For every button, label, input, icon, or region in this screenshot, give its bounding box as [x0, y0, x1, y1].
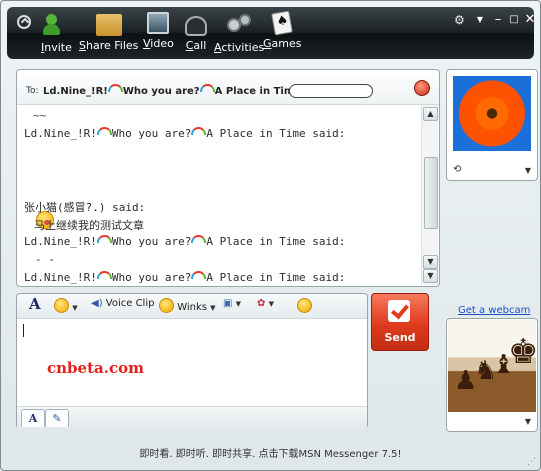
- dropdown-arrow-icon[interactable]: ▼: [471, 11, 489, 29]
- dropdown-arrow-icon[interactable]: ▼: [525, 166, 531, 175]
- dropdown-arrow-icon[interactable]: ▼: [525, 417, 531, 426]
- block-contact-icon[interactable]: [414, 80, 430, 96]
- contact-name-part: Who you are?: [122, 86, 200, 97]
- tab-text-mode[interactable]: A: [21, 409, 45, 427]
- activities-button[interactable]: Activities: [214, 12, 264, 54]
- voice-clip-label: Voice Clip: [105, 298, 155, 309]
- smiley-icon: [54, 298, 69, 313]
- send-button[interactable]: Send: [371, 293, 429, 351]
- activities-label: Activities: [214, 41, 265, 54]
- rainbow-icon: [107, 84, 123, 92]
- message-text: ~~: [33, 109, 47, 122]
- watermark-text: cnbeta.com: [47, 359, 144, 377]
- user-display-picture[interactable]: ♟ ♞ ♝ ♚ ▼: [446, 318, 538, 432]
- gift-button[interactable]: ✿ ▼: [257, 298, 274, 309]
- rainbow-icon: [199, 84, 215, 92]
- wink-icon: [159, 298, 174, 313]
- share-files-button[interactable]: Share Files: [79, 12, 138, 52]
- status-bar-text[interactable]: 即时看. 即时听. 即时共享. 点击下载MSN Messenger 7.5!: [7, 445, 534, 465]
- message-text: 马上继续我的测试文章: [34, 219, 144, 232]
- scroll-thumb[interactable]: [424, 157, 438, 229]
- conversation-panel: To: Ld.Nine_!R! Who you are? A Place in Ti…: [16, 69, 440, 287]
- video-label: Video: [143, 37, 174, 50]
- text-cursor: [23, 324, 24, 337]
- speaker-icon: ◀): [91, 298, 103, 309]
- compose-tabs: A ✎: [17, 406, 367, 429]
- scroll-up-icon[interactable]: ▲: [423, 107, 438, 121]
- call-label: Call: [185, 39, 207, 52]
- games-label: Games: [263, 37, 302, 50]
- rainbow-icon: [96, 235, 112, 243]
- sender-name-part: Who you are?: [111, 271, 192, 284]
- sender-name-part: A Place in Time said:: [206, 271, 346, 284]
- sender-name-part: Ld.Nine_!R!: [24, 127, 97, 140]
- close-icon[interactable]: ✕: [521, 11, 539, 29]
- sender-name-part: A Place in Time said:: [206, 127, 346, 140]
- picture-options-icon[interactable]: ⟲: [453, 164, 461, 175]
- video-button[interactable]: Video: [143, 12, 174, 50]
- games-icon: [271, 10, 294, 36]
- chess-image: ♟ ♞ ♝ ♚: [448, 320, 538, 412]
- contact-display-picture[interactable]: ⟲ ▼: [446, 69, 538, 181]
- compose-panel: A ▼ ◀) Voice Clip Winks ▼ ▣ ▼ ✿ ▼ cnbeta…: [16, 293, 368, 429]
- font-button[interactable]: A: [29, 295, 41, 313]
- sender-line: Ld.Nine_!R! Who you are? A Place in Time s…: [24, 127, 345, 140]
- rainbow-icon: [191, 235, 207, 243]
- sender-line: 张小猫(感冒?.) said:: [24, 201, 146, 214]
- voice-clip-button[interactable]: ◀) Voice Clip: [91, 298, 154, 309]
- sender-line: Ld.Nine_!R! Who you are? A Place in Time s…: [24, 235, 345, 248]
- background-button[interactable]: ▣ ▼: [223, 298, 241, 309]
- compose-toolbar: A ▼ ◀) Voice Clip Winks ▼ ▣ ▼ ✿ ▼: [17, 294, 367, 319]
- call-button[interactable]: Call: [185, 12, 207, 52]
- sender-line: Ld.Nine_!R! Who you are? A Place in Time s…: [24, 271, 345, 284]
- games-button[interactable]: Games: [263, 10, 302, 50]
- scroll-end-icon[interactable]: ▼: [423, 269, 438, 283]
- to-label: To:: [26, 86, 39, 96]
- sender-name-part: Who you are?: [111, 127, 192, 140]
- gift-icon: ✿: [257, 298, 266, 309]
- msn-conversation-window: Invite Share Files Video Call Activities…: [0, 0, 541, 471]
- winks-label: Winks: [177, 302, 207, 313]
- rainbow-icon: [96, 271, 112, 279]
- activities-icon: [225, 12, 253, 38]
- sender-name-part: A Place in Time said:: [206, 235, 346, 248]
- sender-name-part: Who you are?: [111, 235, 192, 248]
- message-input[interactable]: cnbeta.com: [17, 319, 367, 401]
- phone-icon: [185, 16, 207, 36]
- rainbow-icon: [191, 127, 207, 135]
- contact-name[interactable]: Ld.Nine_!R! Who you are? A Place in Time: [43, 84, 301, 97]
- tab-handwriting-mode[interactable]: ✎: [45, 409, 69, 427]
- toolbar: Invite Share Files Video Call Activities…: [7, 7, 535, 59]
- redacted-email: [289, 84, 373, 98]
- invite-button[interactable]: Invite: [41, 12, 72, 54]
- winks-button[interactable]: Winks ▼: [159, 298, 216, 313]
- rainbow-icon: [96, 127, 112, 135]
- contact-name-part: Ld.Nine_!R!: [43, 86, 108, 97]
- message-history: ~~ Ld.Nine_!R! Who you are? A Place in Tim…: [17, 105, 421, 286]
- flower-image: [453, 76, 531, 151]
- menu-icon[interactable]: [17, 15, 31, 29]
- background-icon: ▣: [223, 298, 233, 309]
- options-icon[interactable]: ⚙: [454, 13, 465, 27]
- rainbow-icon: [191, 271, 207, 279]
- resize-grip-icon[interactable]: ⋰: [527, 457, 536, 467]
- scroll-down-icon[interactable]: ▼: [423, 255, 438, 269]
- folder-icon: [95, 14, 122, 36]
- emoticon-button[interactable]: ▼: [54, 298, 78, 313]
- invite-icon: [41, 12, 71, 38]
- invite-label: Invite: [41, 41, 72, 54]
- sender-name-part: Ld.Nine_!R!: [24, 271, 97, 284]
- nudge-button[interactable]: [297, 298, 312, 313]
- message-text: - -: [35, 253, 55, 266]
- history-scrollbar[interactable]: ▲ ▼ ▼: [421, 105, 438, 285]
- sender-name-part: Ld.Nine_!R!: [24, 235, 97, 248]
- nudge-icon: [297, 298, 312, 313]
- send-label: Send: [384, 331, 416, 344]
- get-webcam-link[interactable]: Get a webcam: [458, 305, 530, 316]
- to-bar: To: Ld.Nine_!R! Who you are? A Place in Ti…: [17, 70, 439, 105]
- video-icon: [147, 12, 170, 34]
- checkmark-icon: [388, 300, 410, 322]
- share-files-label: Share Files: [79, 39, 139, 52]
